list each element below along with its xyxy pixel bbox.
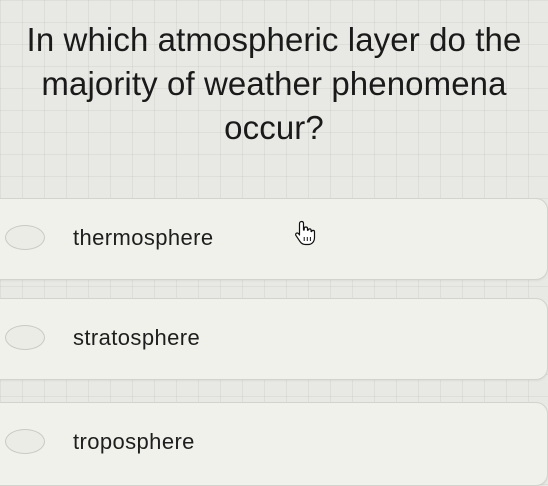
hand-pointer-icon (295, 220, 316, 246)
question-line-1: In which atmospheric layer do the (26, 21, 522, 58)
option-thermosphere[interactable]: thermosphere (0, 198, 548, 280)
option-label: thermosphere (73, 225, 214, 250)
radio-button[interactable] (5, 429, 45, 454)
question-text: In which atmospheric layer do the majori… (0, 18, 548, 150)
option-troposphere[interactable]: troposphere (0, 402, 548, 486)
option-label: troposphere (73, 429, 195, 454)
option-stratosphere[interactable]: stratosphere (0, 298, 548, 380)
radio-button[interactable] (5, 325, 45, 350)
radio-button[interactable] (5, 225, 45, 250)
option-label: stratosphere (73, 325, 201, 350)
question-line-2: majority of weather phenomena occur? (41, 65, 507, 146)
